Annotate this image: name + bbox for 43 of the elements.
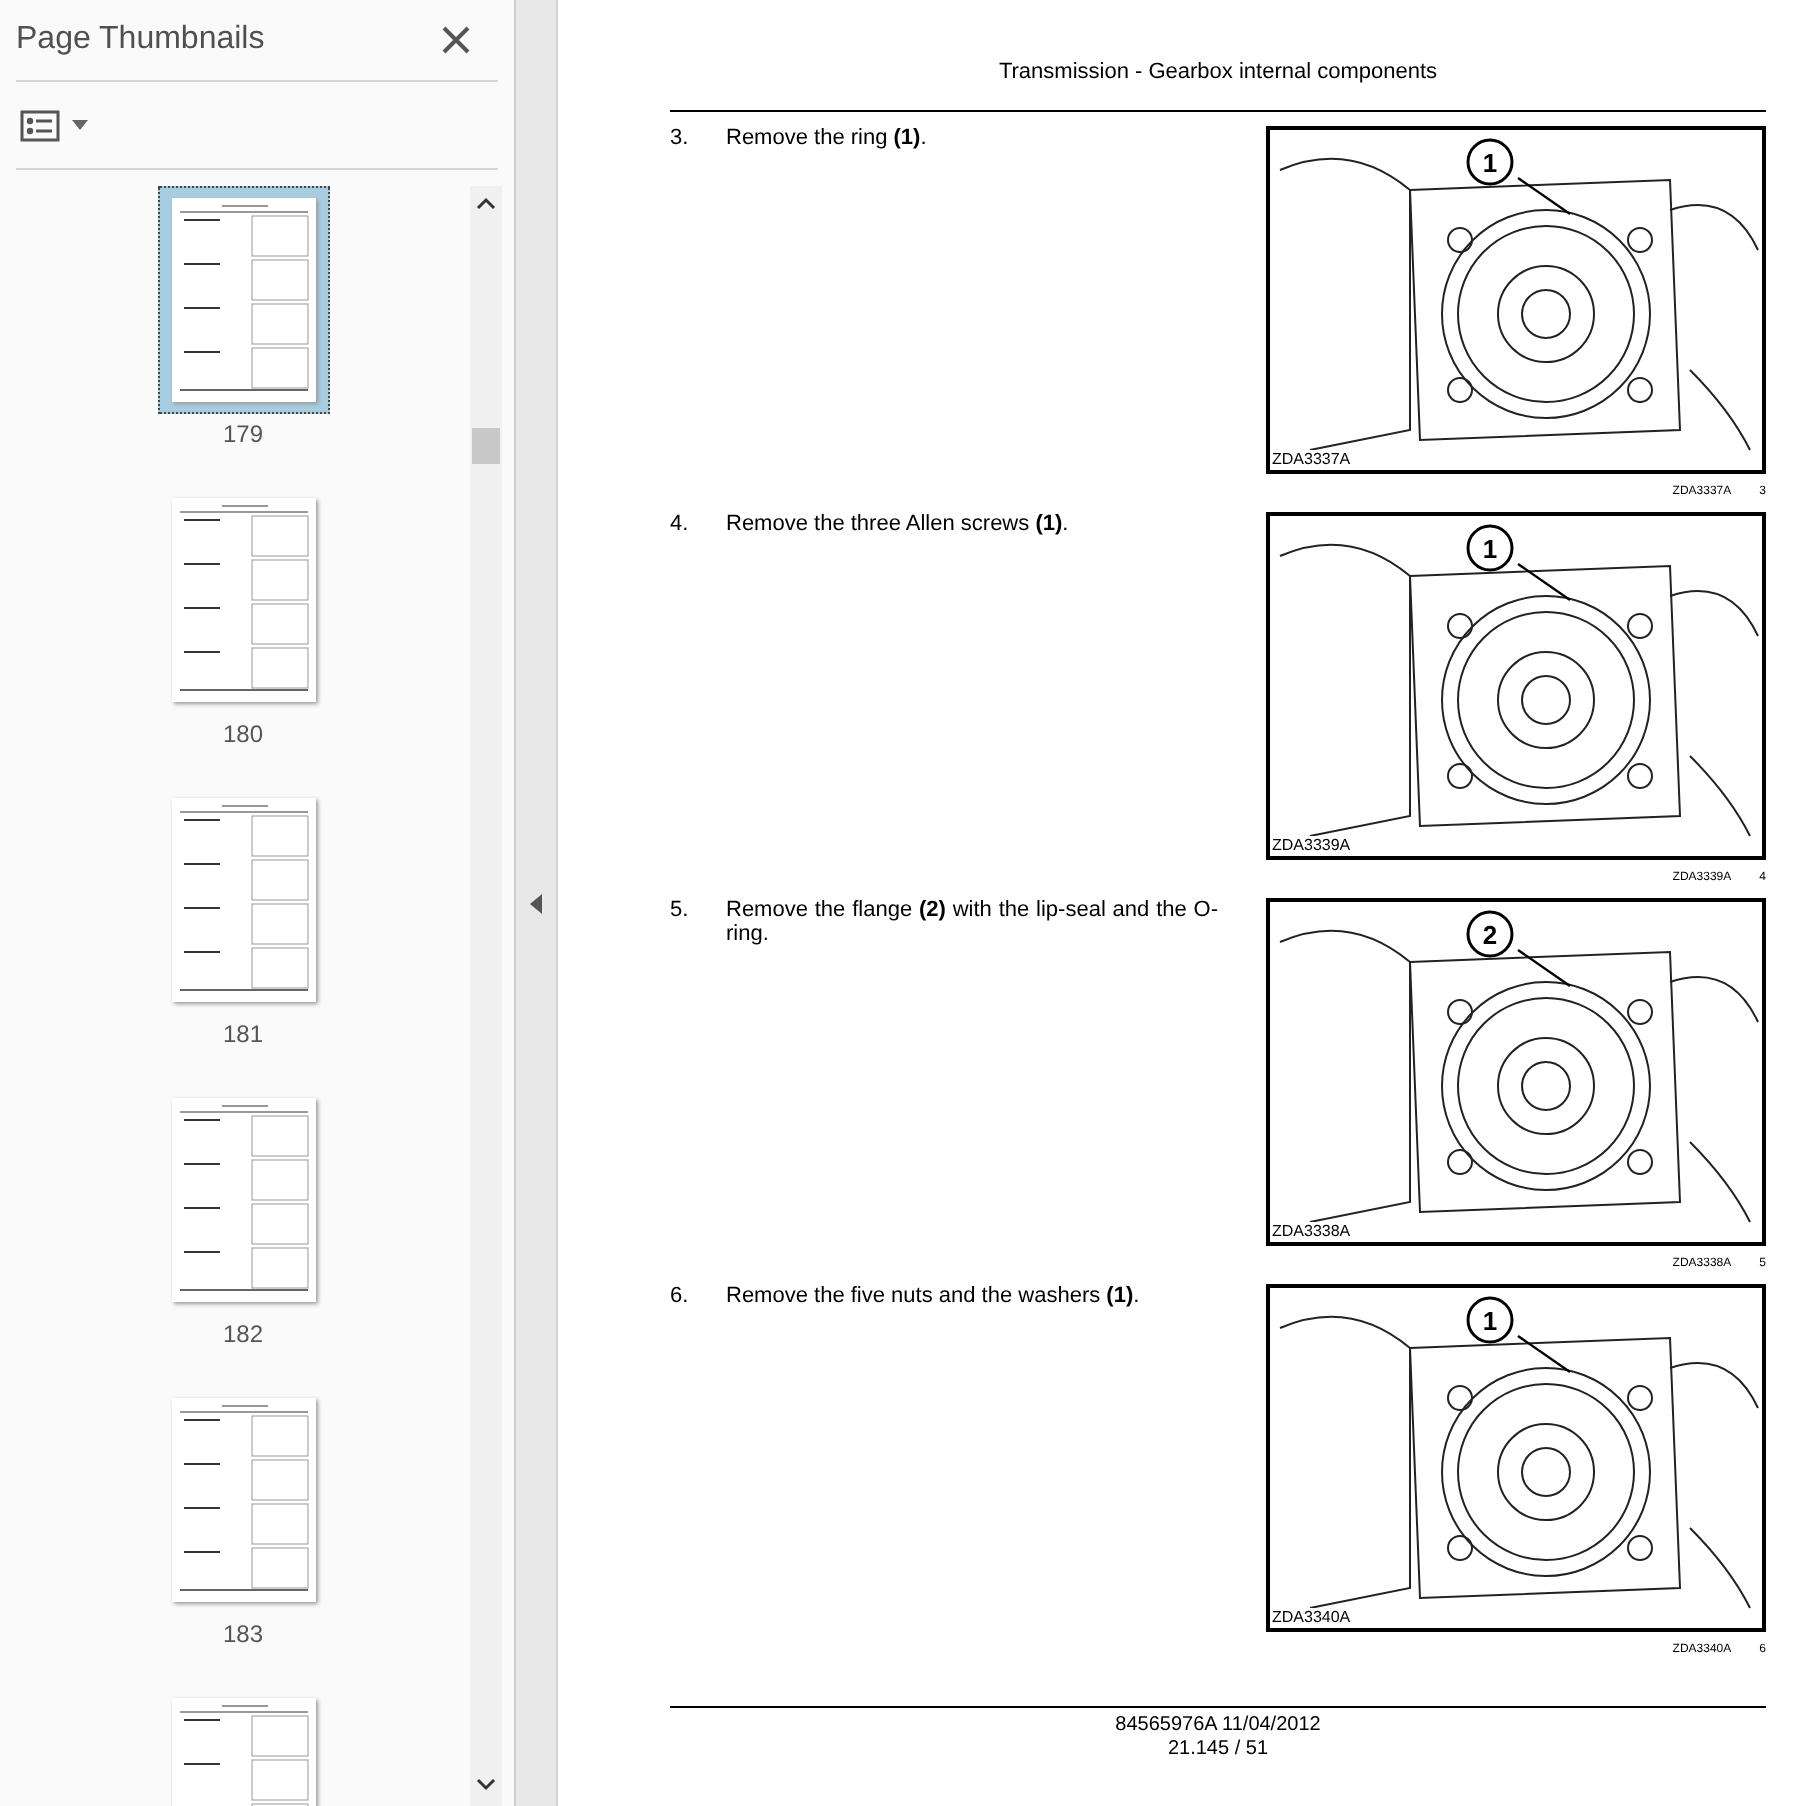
- step-text: Remove the flange (2) with the lip-seal and the O-ring.: [726, 898, 1218, 950]
- document-id: 84565976A 11/04/2012: [1113, 1714, 1323, 1738]
- callout-circle: [1466, 138, 1514, 186]
- scroll-down-icon[interactable]: [476, 1774, 496, 1794]
- image-code: ZDA3337A: [1272, 450, 1351, 468]
- scroll-thumb[interactable]: [472, 428, 500, 464]
- page-number: 183: [222, 1620, 264, 1648]
- image-code: ZDA3338A: [1272, 1222, 1351, 1240]
- callout-number: 2: [1482, 920, 1498, 950]
- leader-line: [1517, 563, 1571, 601]
- step-text: Remove the five nuts and the washers (1).: [726, 1284, 1142, 1312]
- page-header: Transmission - Gearbox internal components: [670, 0, 1766, 112]
- image-code: ZDA3340A: [1272, 1608, 1351, 1626]
- leader-line: [1517, 949, 1571, 987]
- step-text: Remove the three Allen screws (1).: [726, 512, 1071, 540]
- caret-icon: [72, 120, 88, 130]
- callout-circle: [1466, 910, 1514, 958]
- scroll-up-icon[interactable]: [476, 194, 496, 214]
- page-number: 181: [222, 1020, 264, 1048]
- close-icon[interactable]: [440, 24, 472, 56]
- callout-number: 1: [1482, 148, 1498, 178]
- leader-line: [1517, 1335, 1571, 1373]
- page-number: 182: [222, 1320, 264, 1348]
- scrollbar[interactable]: [470, 186, 502, 1806]
- step-number: 3.: [670, 126, 691, 154]
- step-number: 5.: [670, 898, 691, 926]
- panel-title: Page Thumbnails: [16, 22, 265, 58]
- list-view-icon: [20, 109, 60, 141]
- step-number: 4.: [670, 512, 691, 540]
- page-number: 180: [222, 720, 264, 748]
- page-indicator: 21.145 / 51: [1165, 1738, 1271, 1762]
- thumbnail-frame[interactable]: [157, 186, 329, 414]
- callout-circle: [1466, 524, 1514, 572]
- thumbnail-options-button[interactable]: [16, 109, 92, 141]
- collapse-icon[interactable]: [530, 893, 542, 913]
- leader-line: [1517, 177, 1571, 215]
- step-number: 6.: [670, 1284, 691, 1312]
- callout-number: 1: [1482, 534, 1498, 564]
- step-text: Remove the ring (1).: [726, 126, 929, 154]
- callout-number: 1: [1482, 1306, 1498, 1336]
- page-number: 179: [222, 420, 264, 448]
- image-code: ZDA3339A: [1272, 836, 1351, 854]
- callout-circle: [1466, 1296, 1514, 1344]
